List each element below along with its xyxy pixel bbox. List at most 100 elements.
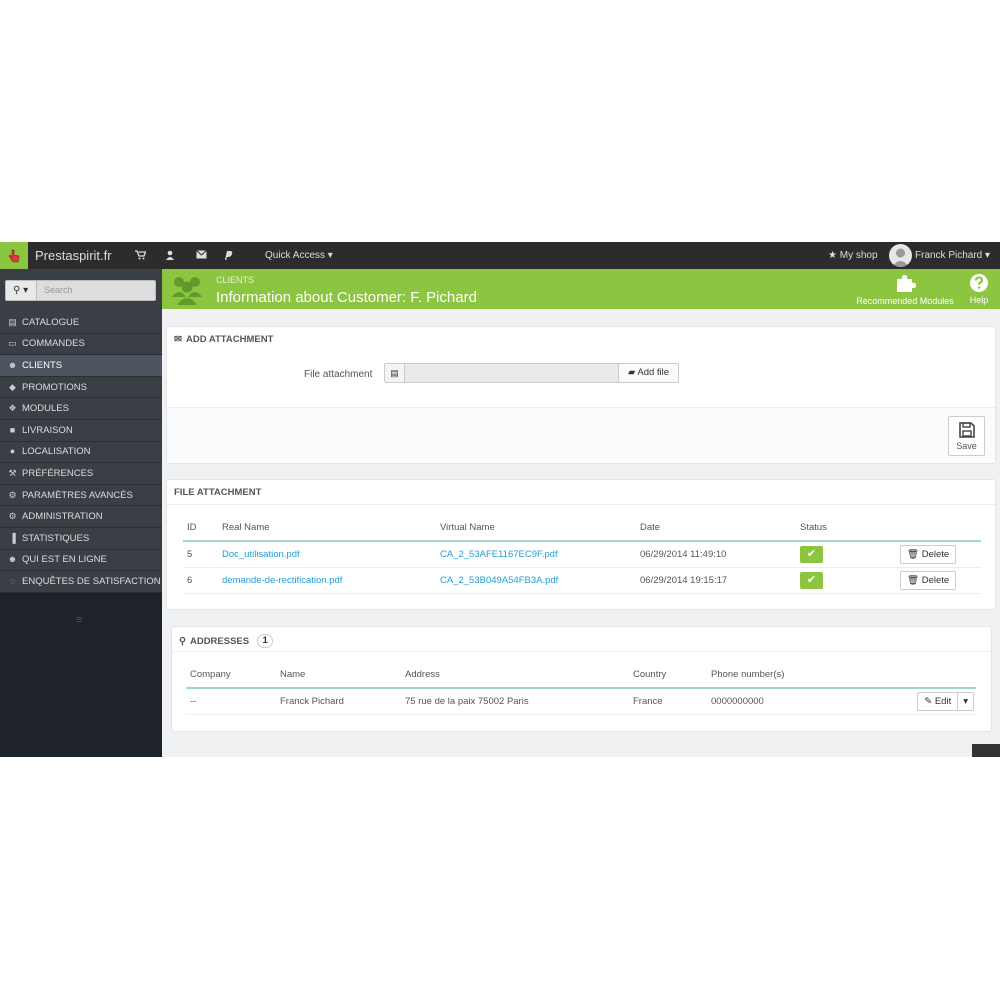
puzzle-icon	[897, 275, 916, 292]
quick-access-menu[interactable]: Quick Access ▾	[265, 250, 333, 261]
table-row: -- Franck Pichard 75 rue de la paix 7500…	[186, 688, 976, 715]
date-cell: 06/29/2014 19:15:17	[636, 567, 796, 594]
sidebar: ⚲ ▾ Search ▤ CATALOGUE ▭ COMMANDES ☻ CLIENT…	[0, 269, 162, 757]
table-row: 6 demande-de-rectification.pdf CA_2_53B0…	[183, 567, 981, 594]
caret-down-icon: ▾	[963, 695, 968, 707]
sidebar-item-label: PARAMÈTRES AVANCÉS	[22, 489, 133, 501]
virtual-name-link[interactable]: CA_2_53AFE1167EC9F.pdf	[436, 541, 636, 568]
virtual-name-link[interactable]: CA_2_53B049A54FB3A.pdf	[436, 567, 636, 594]
map-marker-icon: ⚲	[179, 635, 186, 647]
column-header[interactable]: Status	[796, 515, 896, 542]
panel-title: FILE ATTACHMENT	[174, 487, 262, 498]
column-header: Phone number(s)	[707, 662, 877, 689]
users-icon: ☻	[7, 554, 18, 565]
real-name-link[interactable]: demande-de-rectification.pdf	[218, 567, 436, 594]
search-type-dropdown[interactable]: ⚲ ▾	[6, 281, 37, 300]
cart-icon[interactable]	[134, 250, 146, 262]
trash-icon: 🗑	[907, 548, 920, 560]
add-file-label: Add file	[637, 367, 670, 378]
edit-label: Edit	[934, 695, 952, 707]
id-cell: 6	[183, 567, 218, 594]
paypal-icon[interactable]	[222, 250, 234, 262]
edit-dropdown-toggle[interactable]: ▾	[958, 691, 974, 711]
sidebar-item-preferences[interactable]: ⚒ PRÉFÉRENCES	[0, 463, 162, 485]
column-header: Address	[401, 662, 629, 689]
scroll-top-button[interactable]	[972, 744, 1000, 757]
sidebar-item-label: ADMINISTRATION	[22, 511, 103, 523]
collapse-menu-icon[interactable]: ≡	[76, 614, 82, 626]
address-cell: 75 rue de la paix 75002 Paris	[401, 688, 629, 715]
file-attachment-panel: FILE ATTACHMENT ID Real Name Virtual Nam…	[166, 479, 996, 610]
sidebar-item-label: MODULES	[22, 403, 69, 415]
users-icon: ☻	[7, 359, 18, 370]
address-count-badge: 1	[257, 634, 274, 648]
catalogue-icon: ▤	[8, 316, 17, 327]
sidebar-item-localisation[interactable]: ● LOCALISATION	[0, 441, 162, 464]
avatar[interactable]	[889, 244, 912, 267]
my-shop-link[interactable]: ★ My shop	[828, 250, 878, 261]
column-header[interactable]: Real Name	[218, 515, 436, 542]
sidebar-item-administration[interactable]: ⚙ ADMINISTRATION	[0, 506, 162, 528]
sidebar-item-catalogue[interactable]: ▤ CATALOGUE	[0, 312, 162, 334]
tag-icon: ◆	[9, 381, 16, 392]
sidebar-item-parametres-avances[interactable]: ⚙ PARAMÈTRES AVANCÉS	[0, 484, 162, 507]
envelope-icon[interactable]	[195, 250, 207, 262]
sidebar-item-statistiques[interactable]: ▐ STATISTIQUES	[0, 527, 162, 550]
search-icon: ⚲	[13, 285, 21, 296]
help-button[interactable]: Help	[964, 269, 994, 309]
status-check-icon[interactable]: ✔	[800, 545, 823, 563]
breadcrumb[interactable]: CLIENTS	[216, 275, 254, 285]
actions-cell: 🗑 Delete	[896, 541, 981, 568]
add-file-button[interactable]: ▰ Add file	[618, 363, 679, 383]
gear-icon: ⚙	[8, 511, 17, 522]
divider	[172, 651, 991, 652]
delete-button[interactable]: 🗑 Delete	[900, 544, 957, 564]
attachments-table: ID Real Name Virtual Name Date Status 5 …	[183, 515, 981, 594]
delete-button[interactable]: 🗑 Delete	[900, 570, 957, 590]
column-header: Country	[629, 662, 707, 689]
my-shop-label: My shop	[839, 250, 878, 261]
sidebar-item-label: LIVRAISON	[22, 424, 73, 436]
sidebar-item-clients[interactable]: ☻ CLIENTS	[0, 355, 162, 377]
sidebar-item-label: CATALOGUE	[22, 316, 80, 328]
help-label: Help	[969, 295, 989, 305]
name-cell: Franck Pichard	[276, 688, 401, 715]
sidebar-item-qui-est-en-ligne[interactable]: ☻ QUI EST EN LIGNE	[0, 549, 162, 572]
logo[interactable]	[0, 242, 28, 269]
status-check-icon[interactable]: ✔	[800, 571, 823, 589]
panel-heading: ✉ ADD ATTACHMENT	[174, 334, 273, 345]
search-input[interactable]: Search	[44, 285, 73, 295]
shop-name[interactable]: Prestaspirit.fr	[35, 248, 112, 263]
real-name-link[interactable]: Doc_utilisation.pdf	[218, 541, 436, 568]
country-cell: France	[629, 688, 707, 715]
customers-icon	[170, 273, 204, 308]
user-icon[interactable]	[164, 250, 176, 262]
star-icon: ★	[828, 250, 837, 261]
recommended-modules-button[interactable]: Recommended Modules	[850, 269, 960, 309]
bar-chart-icon: ▐	[9, 532, 16, 543]
trash-icon: 🗑	[907, 574, 920, 586]
admin-window: Prestaspirit.fr Quick Access ▾ ★ My shop…	[0, 242, 1000, 757]
sidebar-item-enquetes[interactable]: ◌ ENQUÊTES DE SATISFACTION	[0, 571, 162, 593]
column-header[interactable]: Date	[636, 515, 796, 542]
cogs-icon: ⚙	[8, 489, 17, 500]
question-icon	[970, 274, 988, 292]
panel-heading: FILE ATTACHMENT	[174, 487, 261, 498]
sidebar-item-modules[interactable]: ❖ MODULES	[0, 398, 162, 420]
delete-label: Delete	[921, 574, 950, 586]
page-title: Information about Customer: F. Pichard	[216, 289, 477, 306]
add-attachment-panel: ✉ ADD ATTACHMENT File attachment ▤ ▰ Add…	[166, 326, 996, 464]
edit-button[interactable]: ✎ Edit	[917, 691, 959, 711]
globe-icon: ●	[9, 446, 16, 457]
panel-heading: ⚲ ADDRESSES 1	[179, 634, 274, 648]
user-menu[interactable]: Franck Pichard ▾	[915, 250, 990, 261]
search-box: ⚲ ▾ Search	[5, 280, 156, 301]
save-label: Save	[956, 441, 977, 451]
sidebar-item-promotions[interactable]: ◆ PROMOTIONS	[0, 376, 162, 399]
sidebar-item-commandes[interactable]: ▭ COMMANDES	[0, 333, 162, 356]
hand-pointer-icon	[8, 249, 20, 262]
column-header[interactable]: Virtual Name	[436, 515, 636, 542]
save-button[interactable]: Save	[948, 416, 985, 456]
column-header[interactable]: ID	[183, 515, 218, 542]
sidebar-item-livraison[interactable]: ■ LIVRAISON	[0, 419, 162, 442]
